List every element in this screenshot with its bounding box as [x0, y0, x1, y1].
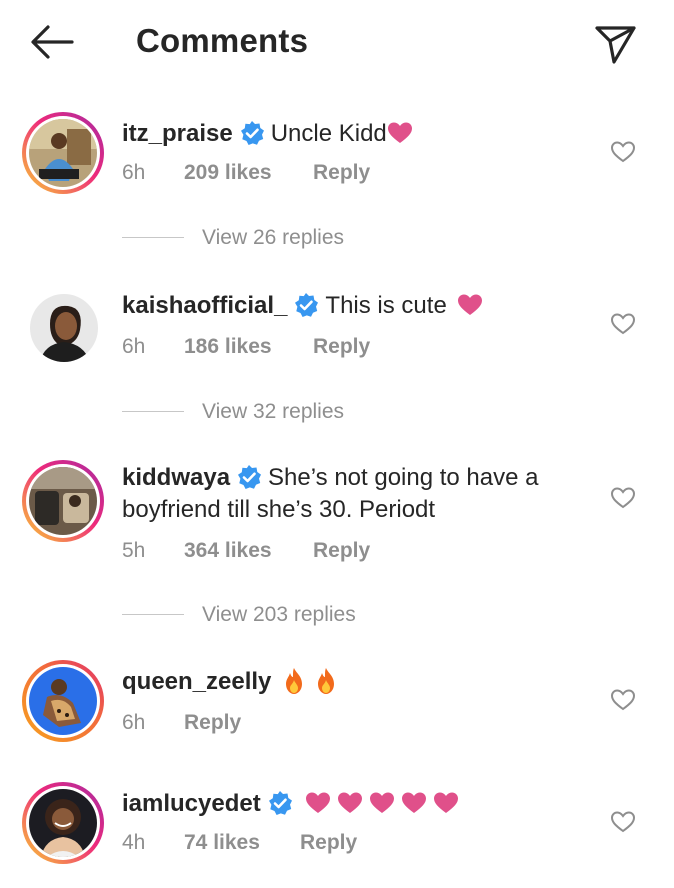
- comment-text: This is cute: [325, 292, 447, 319]
- comment-username[interactable]: itz_praise: [122, 120, 233, 147]
- reply-button[interactable]: Reply: [313, 536, 370, 566]
- comment-time: 6h: [122, 335, 146, 358]
- verified-badge-icon: [295, 293, 319, 317]
- divider-line: [122, 237, 184, 238]
- fire-icon: [318, 668, 335, 694]
- reply-button[interactable]: Reply: [184, 708, 241, 738]
- heart-outline-icon[interactable]: [610, 688, 636, 712]
- comment-username[interactable]: iamlucyedet: [122, 790, 261, 817]
- pink-heart-icon: [457, 294, 482, 315]
- divider-line: [122, 411, 184, 412]
- reply-button[interactable]: Reply: [313, 158, 370, 188]
- comment-item: queen_zeelly 6h Reply: [0, 660, 674, 760]
- comment-likes[interactable]: 364 likes: [184, 536, 272, 566]
- comment-time: 6h: [122, 711, 146, 734]
- arrow-left-icon: [31, 25, 74, 59]
- fire-icon: [286, 668, 303, 694]
- heart-outline-icon[interactable]: [610, 312, 636, 336]
- comment-likes[interactable]: 186 likes: [184, 332, 272, 362]
- comment-username[interactable]: queen_zeelly: [122, 668, 271, 695]
- avatar[interactable]: [22, 112, 104, 194]
- avatar[interactable]: [22, 460, 104, 542]
- verified-badge-icon: [268, 791, 292, 815]
- pink-heart-icon: [305, 792, 330, 813]
- comment-text: Uncle Kidd: [270, 120, 387, 147]
- reply-button[interactable]: Reply: [300, 828, 357, 858]
- reply-button[interactable]: Reply: [313, 332, 370, 362]
- divider-line: [122, 614, 184, 615]
- verified-badge-icon: [238, 465, 262, 489]
- header-bar: Comments: [0, 0, 674, 90]
- page-title: Comments: [136, 22, 309, 59]
- comment-time: 5h: [122, 539, 146, 562]
- pink-heart-icon: [369, 792, 394, 813]
- avatar[interactable]: [22, 782, 104, 864]
- avatar[interactable]: [22, 660, 104, 742]
- pink-heart-icon: [387, 122, 412, 143]
- avatar[interactable]: [30, 294, 98, 362]
- back-button[interactable]: [28, 22, 76, 62]
- comment-time: 4h: [122, 831, 146, 854]
- share-button[interactable]: [594, 22, 638, 66]
- comment-likes[interactable]: 209 likes: [184, 158, 272, 188]
- heart-outline-icon[interactable]: [610, 486, 636, 510]
- comment-username[interactable]: kaishaofficial_: [122, 292, 287, 319]
- comment-item: kiddwaya She’s not going to have a boyfri…: [0, 456, 674, 606]
- paper-plane-icon: [595, 26, 636, 64]
- view-replies-label: View 203 replies: [202, 603, 356, 626]
- verified-badge-icon: [240, 121, 264, 145]
- view-replies-label: View 26 replies: [202, 226, 345, 249]
- pink-heart-icon: [433, 792, 458, 813]
- heart-outline-icon[interactable]: [610, 810, 636, 834]
- comment-username[interactable]: kiddwaya: [122, 464, 230, 491]
- comment-time: 6h: [122, 161, 146, 184]
- view-replies-label: View 32 replies: [202, 400, 345, 423]
- comment-item: iamlucyedet 4h 74 likes Reply: [0, 782, 674, 886]
- heart-outline-icon[interactable]: [610, 140, 636, 164]
- comment-likes[interactable]: 74 likes: [184, 828, 260, 858]
- pink-heart-icon: [337, 792, 362, 813]
- pink-heart-icon: [401, 792, 426, 813]
